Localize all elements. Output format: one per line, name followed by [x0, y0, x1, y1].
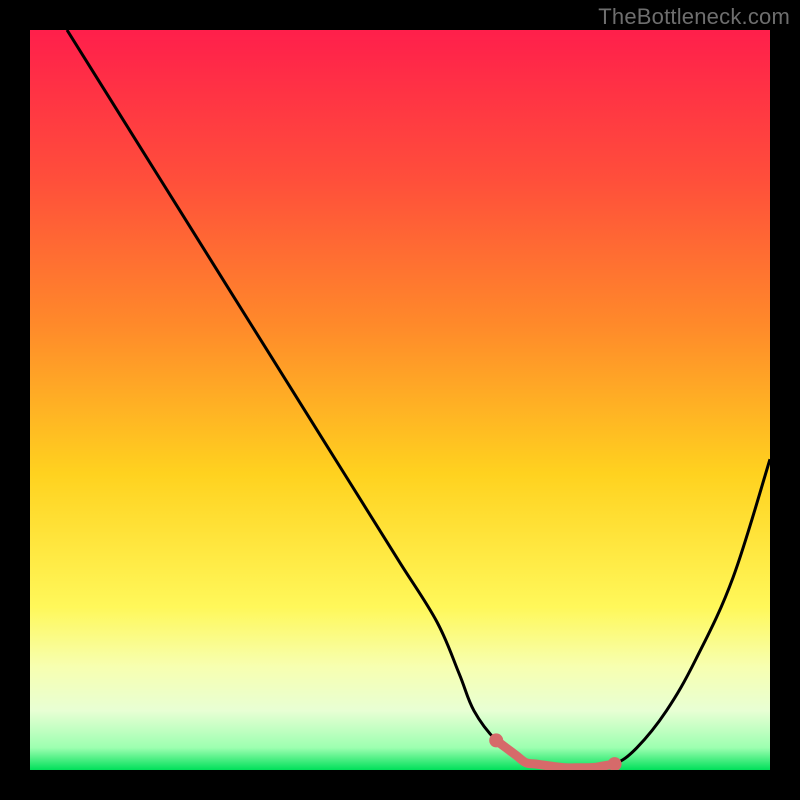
- chart-frame: TheBottleneck.com: [0, 0, 800, 800]
- plot-svg: [30, 30, 770, 770]
- watermark-text: TheBottleneck.com: [598, 4, 790, 30]
- highlight-endpoint-left: [489, 733, 503, 747]
- bottleneck-plot: [30, 30, 770, 770]
- plot-background: [30, 30, 770, 770]
